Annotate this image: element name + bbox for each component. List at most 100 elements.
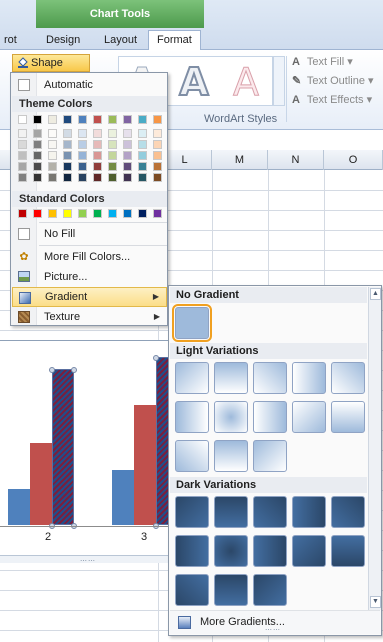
theme-color-swatch[interactable]	[153, 162, 162, 171]
column-header-n[interactable]: N	[268, 150, 324, 170]
standard-color-swatch[interactable]	[48, 209, 57, 218]
gradient-tile[interactable]	[172, 304, 212, 342]
theme-color-swatch[interactable]	[33, 115, 42, 124]
gradient-tile[interactable]	[175, 362, 209, 394]
chart-resize-bar[interactable]: ⋯⋯	[0, 555, 172, 565]
theme-color-swatch[interactable]	[48, 129, 57, 138]
theme-color-swatch[interactable]	[78, 115, 87, 124]
theme-color-swatch[interactable]	[108, 173, 117, 182]
theme-color-swatch[interactable]	[33, 129, 42, 138]
theme-color-swatch[interactable]	[138, 162, 147, 171]
gradient-item[interactable]: Gradient ▶	[12, 287, 167, 307]
gradient-tile[interactable]	[175, 496, 209, 528]
theme-color-swatch[interactable]	[18, 173, 27, 182]
gradient-tile[interactable]	[292, 535, 326, 567]
text-outline-button[interactable]: ✎ Text Outline ▾	[292, 72, 374, 90]
gradient-tile[interactable]	[214, 440, 248, 472]
chart-bar[interactable]	[52, 369, 74, 525]
theme-color-swatch[interactable]	[18, 140, 27, 149]
gradient-tile[interactable]	[331, 496, 365, 528]
scroll-up-icon[interactable]: ▲	[370, 288, 381, 300]
gradient-tile[interactable]	[292, 401, 326, 433]
theme-color-swatch[interactable]	[63, 129, 72, 138]
gradient-tile[interactable]	[175, 401, 209, 433]
scroll-down-icon[interactable]: ▼	[370, 596, 381, 608]
theme-color-swatch[interactable]	[93, 129, 102, 138]
standard-color-swatch[interactable]	[93, 209, 102, 218]
theme-color-swatch[interactable]	[48, 151, 57, 160]
gradient-tile[interactable]	[292, 496, 326, 528]
gradient-tile[interactable]	[214, 362, 248, 394]
gradient-tile[interactable]	[214, 535, 248, 567]
gradient-tile[interactable]	[214, 496, 248, 528]
theme-color-swatch[interactable]	[108, 151, 117, 160]
standard-color-swatch[interactable]	[33, 209, 42, 218]
tab-format[interactable]: Format	[148, 30, 201, 51]
text-fill-button[interactable]: A Text Fill ▾	[292, 53, 353, 71]
gradient-tile[interactable]	[214, 574, 248, 606]
theme-color-swatch[interactable]	[63, 151, 72, 160]
gradient-tile[interactable]	[253, 440, 287, 472]
gradient-tile[interactable]	[331, 401, 365, 433]
theme-color-swatch[interactable]	[123, 151, 132, 160]
standard-color-swatch[interactable]	[123, 209, 132, 218]
theme-color-swatch[interactable]	[108, 162, 117, 171]
standard-color-swatch[interactable]	[63, 209, 72, 218]
wordart-style-3[interactable]: A	[224, 60, 268, 105]
theme-color-swatch[interactable]	[63, 173, 72, 182]
theme-color-swatch[interactable]	[123, 115, 132, 124]
theme-color-swatch[interactable]	[153, 173, 162, 182]
theme-color-swatch[interactable]	[138, 140, 147, 149]
selection-handle[interactable]	[153, 355, 159, 361]
tab-layout[interactable]: Layout	[100, 30, 141, 50]
theme-color-swatch[interactable]	[78, 162, 87, 171]
gradient-tile[interactable]	[175, 535, 209, 567]
standard-color-swatch[interactable]	[18, 209, 27, 218]
column-header-o[interactable]: O	[324, 150, 383, 170]
gradient-tile[interactable]	[331, 535, 365, 567]
theme-color-swatch[interactable]	[18, 129, 27, 138]
gradient-tile[interactable]	[175, 440, 209, 472]
theme-color-swatch[interactable]	[138, 151, 147, 160]
chart-bar[interactable]	[8, 489, 30, 525]
tab-design[interactable]: Design	[42, 30, 84, 50]
wordart-style-2[interactable]: A	[172, 59, 216, 105]
gradient-tile[interactable]	[175, 574, 209, 606]
theme-color-swatch[interactable]	[48, 162, 57, 171]
standard-color-swatch[interactable]	[108, 209, 117, 218]
theme-color-swatch[interactable]	[18, 115, 27, 124]
automatic-item[interactable]: Automatic	[12, 75, 167, 95]
standard-color-swatch[interactable]	[78, 209, 87, 218]
theme-color-swatch[interactable]	[63, 162, 72, 171]
selection-handle[interactable]	[49, 367, 55, 373]
theme-color-swatch[interactable]	[153, 151, 162, 160]
gradient-tile[interactable]	[331, 362, 365, 394]
selection-handle[interactable]	[71, 367, 77, 373]
gradient-tile[interactable]	[253, 496, 287, 528]
wordart-gallery-scroll[interactable]	[273, 56, 285, 106]
theme-color-swatch[interactable]	[153, 129, 162, 138]
theme-color-swatch[interactable]	[93, 115, 102, 124]
theme-color-swatch[interactable]	[93, 162, 102, 171]
theme-color-swatch[interactable]	[48, 115, 57, 124]
chart-area[interactable]: 23	[0, 340, 178, 555]
gradient-tile[interactable]	[214, 401, 248, 433]
theme-color-swatch[interactable]	[48, 140, 57, 149]
theme-color-swatch[interactable]	[33, 173, 42, 182]
gradient-tile[interactable]	[253, 362, 287, 394]
theme-color-swatch[interactable]	[123, 173, 132, 182]
no-fill-item[interactable]: No Fill	[12, 224, 167, 244]
theme-color-swatch[interactable]	[18, 162, 27, 171]
gradient-tile[interactable]	[253, 401, 287, 433]
theme-color-swatch[interactable]	[78, 173, 87, 182]
shape-fill-button[interactable]: Shape Fill▼	[12, 54, 90, 85]
theme-color-swatch[interactable]	[138, 129, 147, 138]
theme-color-swatch[interactable]	[33, 151, 42, 160]
theme-color-swatch[interactable]	[153, 140, 162, 149]
theme-color-swatch[interactable]	[138, 115, 147, 124]
theme-color-swatch[interactable]	[153, 115, 162, 124]
theme-color-swatch[interactable]	[108, 140, 117, 149]
theme-color-swatch[interactable]	[108, 129, 117, 138]
theme-color-swatch[interactable]	[108, 115, 117, 124]
chart-bar[interactable]	[134, 405, 156, 525]
